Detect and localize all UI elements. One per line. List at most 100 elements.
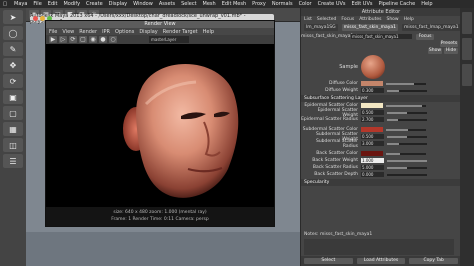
menu-pipeline-cache[interactable]: Pipeline Cache bbox=[378, 1, 415, 7]
subdermal-radius-slider[interactable] bbox=[387, 142, 427, 145]
back-depth-field[interactable]: 0.000 bbox=[361, 172, 384, 177]
epidermal-color-swatch[interactable] bbox=[361, 103, 383, 108]
rv-menu-help[interactable]: Help bbox=[203, 29, 214, 35]
snapshot-icon[interactable]: ◉ bbox=[89, 36, 97, 43]
outliner-icon[interactable]: ☰ bbox=[3, 154, 23, 168]
menu-maya[interactable]: Maya bbox=[14, 1, 27, 7]
layout-two-icon[interactable]: ◫ bbox=[3, 138, 23, 152]
epidermal-radius-field[interactable]: 2.700 bbox=[361, 117, 384, 122]
ae-menu-attributes[interactable]: Attributes bbox=[359, 17, 381, 22]
copy-tab-button[interactable]: Copy Tab bbox=[409, 258, 459, 264]
material-sample-swatch bbox=[361, 55, 385, 79]
node-name-field[interactable]: misss_fast_skin_maya1 bbox=[351, 34, 412, 39]
rv-menu-options[interactable]: Options bbox=[115, 29, 134, 35]
select-tool-icon[interactable]: ➤ bbox=[3, 10, 23, 24]
lasso-tool-icon[interactable]: ◯ bbox=[3, 26, 23, 40]
menu-assets[interactable]: Assets bbox=[159, 1, 175, 7]
channel-box-tab[interactable] bbox=[462, 12, 472, 34]
scale-tool-icon[interactable]: ▣ bbox=[3, 90, 23, 104]
tool-settings-tab[interactable] bbox=[462, 64, 472, 86]
show-button[interactable]: Show bbox=[428, 47, 442, 54]
menu-display[interactable]: Display bbox=[109, 1, 127, 7]
menu-mesh[interactable]: Mesh bbox=[203, 1, 216, 7]
back-weight-field[interactable]: 1.000 bbox=[361, 158, 384, 163]
move-tool-icon[interactable]: ✥ bbox=[3, 58, 23, 72]
layout-single-icon[interactable]: ▢ bbox=[3, 106, 23, 120]
ae-menu-show[interactable]: Show bbox=[386, 17, 398, 22]
back-color-slider[interactable] bbox=[386, 152, 426, 155]
specularity-section-header[interactable]: Specularity bbox=[301, 179, 461, 186]
rv-menu-render[interactable]: Render bbox=[79, 29, 97, 35]
epidermal-weight-field[interactable]: 0.500 bbox=[361, 110, 384, 115]
menu-normals[interactable]: Normals bbox=[272, 1, 293, 7]
back-weight-slider[interactable] bbox=[387, 159, 427, 162]
epidermal-radius-slider[interactable] bbox=[387, 118, 427, 121]
presets-button[interactable]: Presets bbox=[440, 40, 458, 47]
ae-menu-help[interactable]: Help bbox=[404, 17, 414, 22]
menu-modify[interactable]: Modify bbox=[63, 1, 80, 7]
back-depth-slider[interactable] bbox=[387, 173, 427, 176]
window-close-icon[interactable] bbox=[33, 16, 38, 21]
alpha-channel-icon[interactable]: ○ bbox=[109, 36, 117, 43]
menu-proxy[interactable]: Proxy bbox=[252, 1, 266, 7]
focus-button[interactable]: Focus bbox=[416, 33, 434, 40]
tab-misss-fast-lmap[interactable]: misss_fast_lmap_maya1 bbox=[402, 23, 461, 31]
ae-menu-focus[interactable]: Focus bbox=[341, 17, 354, 22]
menu-edit[interactable]: Edit bbox=[48, 1, 58, 7]
back-radius-slider[interactable] bbox=[387, 166, 427, 169]
rv-menu-render-target[interactable]: Render Target bbox=[163, 29, 198, 35]
attribute-editor-menu: List Selected Focus Attributes Show Help bbox=[301, 16, 461, 23]
rv-menu-display[interactable]: Display bbox=[139, 29, 157, 35]
render-view-menu: File View Render IPR Options Display Ren… bbox=[46, 28, 274, 35]
select-button[interactable]: Select bbox=[304, 258, 353, 264]
diffuse-weight-slider[interactable] bbox=[387, 89, 427, 92]
subdermal-weight-slider[interactable] bbox=[387, 135, 427, 138]
timeline-area[interactable] bbox=[26, 232, 300, 266]
rv-menu-view[interactable]: View bbox=[62, 29, 74, 35]
subdermal-radius-field[interactable]: 3.000 bbox=[361, 141, 384, 146]
notes-field[interactable] bbox=[304, 239, 454, 255]
diffuse-color-slider[interactable] bbox=[386, 82, 426, 85]
render-view-toolbar: ▶ ▷ ⟳ ▢ ◉ ● ○ masterLayer bbox=[46, 35, 274, 44]
back-radius-field[interactable]: 5.000 bbox=[361, 165, 384, 170]
render-layer-dropdown[interactable]: masterLayer bbox=[149, 36, 189, 43]
rgb-channel-icon[interactable]: ● bbox=[99, 36, 107, 43]
menu-select[interactable]: Select bbox=[181, 1, 196, 7]
tab-lm-maya1sg[interactable]: lm_maya1SG bbox=[304, 23, 338, 31]
ae-menu-list[interactable]: List bbox=[304, 17, 312, 22]
back-color-swatch[interactable] bbox=[361, 151, 383, 156]
menu-file[interactable]: File bbox=[33, 1, 41, 7]
ae-menu-selected[interactable]: Selected bbox=[317, 17, 337, 22]
hide-button[interactable]: Hide bbox=[444, 47, 458, 54]
epidermal-weight-slider[interactable] bbox=[387, 111, 427, 114]
subdermal-weight-field[interactable]: 0.500 bbox=[361, 134, 384, 139]
tab-misss-fast-skin[interactable]: misss_fast_skin_maya1 bbox=[341, 23, 399, 31]
region-render-icon[interactable]: ▢ bbox=[79, 36, 87, 43]
menu-create-uvs[interactable]: Create UVs bbox=[318, 1, 346, 7]
sss-section-header[interactable]: Subsurface Scattering Layer bbox=[301, 95, 461, 102]
diffuse-color-swatch[interactable] bbox=[361, 81, 383, 86]
rv-menu-ipr[interactable]: IPR bbox=[102, 29, 110, 35]
back-radius-row: Back Scatter Radius 5.000 bbox=[301, 164, 461, 171]
redo-render-icon[interactable]: ▶ bbox=[49, 36, 57, 43]
menu-help[interactable]: Help bbox=[421, 1, 432, 7]
epidermal-color-slider[interactable] bbox=[386, 104, 426, 107]
menu-edit-mesh[interactable]: Edit Mesh bbox=[222, 1, 246, 7]
menu-create[interactable]: Create bbox=[86, 1, 103, 7]
load-attributes-button[interactable]: Load Attributes bbox=[356, 258, 406, 264]
menu-color[interactable]: Color bbox=[299, 1, 312, 7]
paint-tool-icon[interactable]: ✎ bbox=[3, 42, 23, 56]
subdermal-color-swatch[interactable] bbox=[361, 127, 383, 132]
ipr-render-icon[interactable]: ▷ bbox=[59, 36, 67, 43]
layout-four-icon[interactable]: ▦ bbox=[3, 122, 23, 136]
rotate-tool-icon[interactable]: ⟳ bbox=[3, 74, 23, 88]
refresh-icon[interactable]: ⟳ bbox=[69, 36, 77, 43]
apple-icon[interactable]:  bbox=[2, 1, 8, 7]
menu-edit-uvs[interactable]: Edit UVs bbox=[352, 1, 373, 7]
subdermal-color-slider[interactable] bbox=[386, 128, 426, 131]
menu-window[interactable]: Window bbox=[133, 1, 153, 7]
rv-menu-file[interactable]: File bbox=[49, 29, 57, 35]
diffuse-weight-field[interactable]: 0.300 bbox=[361, 88, 384, 93]
attribute-editor-tab[interactable] bbox=[462, 38, 472, 60]
epidermal-radius-row: Epidermal Scatter Radius 2.700 bbox=[301, 116, 461, 123]
